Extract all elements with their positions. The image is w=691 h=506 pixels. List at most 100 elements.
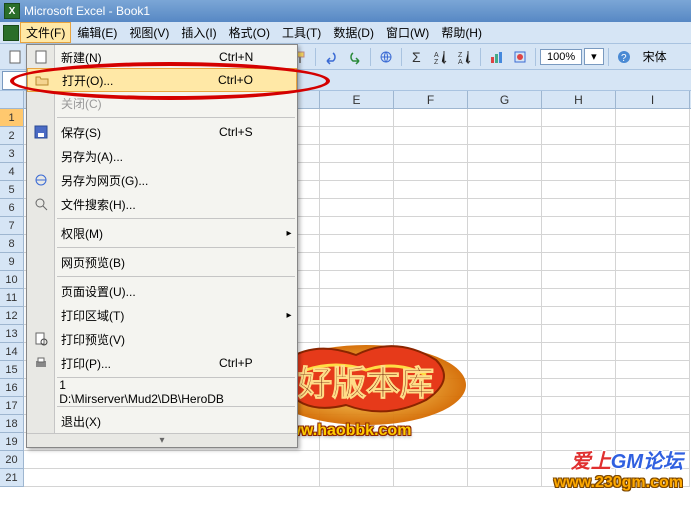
cell[interactable] — [616, 379, 690, 397]
cell[interactable] — [24, 469, 320, 487]
cell[interactable] — [394, 307, 468, 325]
cell[interactable] — [542, 217, 616, 235]
cell[interactable] — [616, 127, 690, 145]
row-header[interactable]: 12 — [0, 307, 24, 325]
menu-item-permission[interactable]: 权限(M) ▸ — [27, 221, 297, 245]
cell[interactable] — [616, 325, 690, 343]
cell[interactable] — [320, 199, 394, 217]
cell[interactable] — [542, 199, 616, 217]
cell[interactable] — [468, 145, 542, 163]
menu-item-close[interactable]: 关闭(C) — [27, 91, 297, 115]
cell[interactable] — [616, 415, 690, 433]
cell[interactable] — [542, 397, 616, 415]
cell[interactable] — [468, 451, 542, 469]
cell[interactable] — [394, 199, 468, 217]
cell[interactable] — [394, 325, 468, 343]
cell[interactable] — [542, 361, 616, 379]
cell[interactable] — [616, 307, 690, 325]
cell[interactable] — [616, 343, 690, 361]
cell[interactable] — [468, 235, 542, 253]
cell[interactable] — [320, 415, 394, 433]
cell[interactable] — [320, 217, 394, 235]
cell[interactable] — [616, 181, 690, 199]
menu-item-web-preview[interactable]: 网页预览(B) — [27, 250, 297, 274]
row-header[interactable]: 21 — [0, 469, 24, 487]
cell[interactable] — [394, 289, 468, 307]
cell[interactable] — [542, 271, 616, 289]
menu-item-save-web[interactable]: 另存为网页(G)... — [27, 168, 297, 192]
new-button[interactable] — [4, 46, 26, 68]
cell[interactable] — [616, 145, 690, 163]
menu-item-new[interactable]: 新建(N) Ctrl+N — [27, 45, 297, 69]
menu-item-print-preview[interactable]: 打印预览(V) — [27, 327, 297, 351]
cell[interactable] — [320, 325, 394, 343]
row-header[interactable]: 19 — [0, 433, 24, 451]
menu-edit[interactable]: 编辑(E) — [71, 22, 123, 43]
row-header[interactable]: 6 — [0, 199, 24, 217]
row-header[interactable]: 15 — [0, 361, 24, 379]
menu-item-file-search[interactable]: 文件搜索(H)... — [27, 192, 297, 216]
menu-insert[interactable]: 插入(I) — [175, 22, 222, 43]
cell[interactable] — [468, 109, 542, 127]
cell[interactable] — [468, 343, 542, 361]
row-header[interactable]: 1 — [0, 109, 24, 127]
cell[interactable] — [542, 325, 616, 343]
cell[interactable] — [468, 271, 542, 289]
cell[interactable] — [394, 433, 468, 451]
cell[interactable] — [468, 127, 542, 145]
cell[interactable] — [24, 451, 320, 469]
cell[interactable] — [542, 181, 616, 199]
cell[interactable] — [394, 181, 468, 199]
cell[interactable] — [542, 253, 616, 271]
cell[interactable] — [468, 433, 542, 451]
cell[interactable] — [320, 181, 394, 199]
row-header[interactable]: 3 — [0, 145, 24, 163]
menu-data[interactable]: 数据(D) — [327, 22, 380, 43]
cell[interactable] — [616, 199, 690, 217]
menu-item-open[interactable]: 打开(O)... Ctrl+O — [27, 68, 297, 92]
row-header[interactable]: 18 — [0, 415, 24, 433]
cell[interactable] — [542, 235, 616, 253]
row-header[interactable]: 17 — [0, 397, 24, 415]
cell[interactable] — [616, 451, 690, 469]
menu-item-exit[interactable]: 退出(X) — [27, 409, 297, 433]
row-header[interactable]: 2 — [0, 127, 24, 145]
cell[interactable] — [320, 235, 394, 253]
row-header[interactable]: 8 — [0, 235, 24, 253]
menu-item-save-as[interactable]: 另存为(A)... — [27, 144, 297, 168]
undo-button[interactable] — [320, 46, 342, 68]
autosum-button[interactable]: Σ — [406, 46, 428, 68]
drawing-button[interactable] — [509, 46, 531, 68]
cell[interactable] — [616, 235, 690, 253]
cell[interactable] — [616, 361, 690, 379]
row-header[interactable]: 10 — [0, 271, 24, 289]
cell[interactable] — [394, 397, 468, 415]
cell[interactable] — [320, 433, 394, 451]
row-header[interactable]: 14 — [0, 343, 24, 361]
sort-asc-button[interactable]: AZ — [430, 46, 452, 68]
cell[interactable] — [542, 127, 616, 145]
zoom-combo[interactable]: 100%▾ — [540, 48, 604, 65]
hyperlink-button[interactable] — [375, 46, 397, 68]
cell[interactable] — [542, 451, 616, 469]
row-header[interactable]: 5 — [0, 181, 24, 199]
menu-format[interactable]: 格式(O) — [223, 22, 276, 43]
cell[interactable] — [468, 325, 542, 343]
cell[interactable] — [320, 343, 394, 361]
cell[interactable] — [320, 379, 394, 397]
cell[interactable] — [542, 145, 616, 163]
cell[interactable] — [468, 289, 542, 307]
cell[interactable] — [616, 163, 690, 181]
cell[interactable] — [616, 433, 690, 451]
cell[interactable] — [542, 469, 616, 487]
cell[interactable] — [394, 415, 468, 433]
cell[interactable] — [468, 253, 542, 271]
cell[interactable] — [320, 145, 394, 163]
font-name-label[interactable]: 宋体 — [637, 48, 667, 65]
chart-button[interactable] — [485, 46, 507, 68]
col-header[interactable]: E — [320, 91, 394, 108]
menu-item-print-area[interactable]: 打印区域(T) ▸ — [27, 303, 297, 327]
col-header[interactable]: F — [394, 91, 468, 108]
cell[interactable] — [320, 271, 394, 289]
cell[interactable] — [394, 163, 468, 181]
